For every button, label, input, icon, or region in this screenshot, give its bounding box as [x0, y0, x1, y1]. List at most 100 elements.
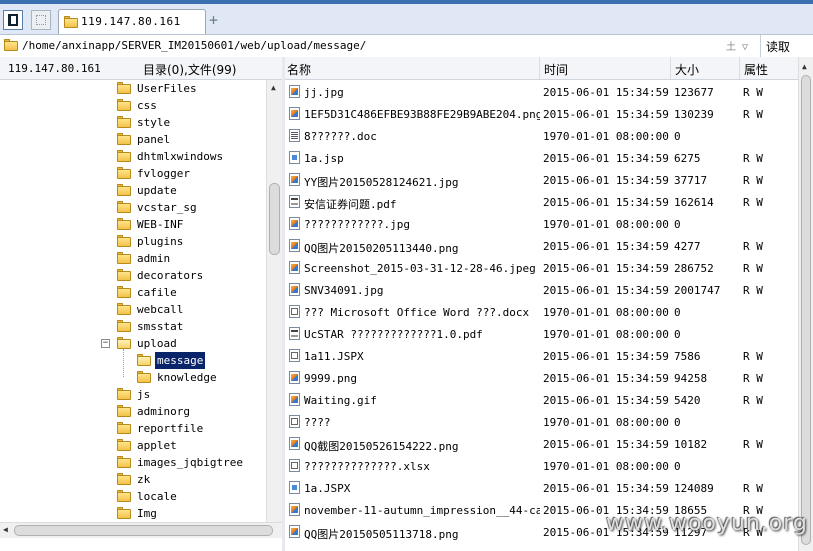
tree-item[interactable]: cafile	[117, 284, 266, 301]
file-time: 2015-06-01 15:34:59	[543, 284, 669, 297]
file-row[interactable]: QQ图片20150205113440.png 2015-06-01 15:34:5…	[285, 234, 798, 256]
tree-item-label: admin	[137, 252, 171, 265]
tree-item[interactable]: reportfile	[117, 420, 266, 437]
file-row[interactable]: ????????????.jpg 1970-01-01 08:00:00 0	[285, 212, 798, 234]
tree-vertical-scrollbar[interactable]: ▲	[266, 80, 282, 522]
column-header-size[interactable]: 大小	[675, 61, 699, 78]
panel-toggle-icon[interactable]	[3, 10, 23, 30]
file-time: 2015-06-01 15:34:59	[543, 262, 669, 275]
file-row[interactable]: SNV34091.jpg 2015-06-01 15:34:59 2001747 R …	[285, 278, 798, 300]
column-header-time[interactable]: 时间	[544, 61, 568, 78]
file-row[interactable]: Screenshot_2015-03-31-12-28-46.jpeg 2015-…	[285, 256, 798, 278]
secondary-panel-icon[interactable]	[31, 10, 51, 30]
tree-item[interactable]: webcall	[117, 301, 266, 318]
folder-open-icon	[137, 354, 151, 366]
file-size: 286752	[674, 262, 714, 275]
tree-item[interactable]: admin	[117, 250, 266, 267]
tree-item-label: reportfile	[137, 422, 204, 435]
file-name: 1a.JSPX	[304, 482, 351, 495]
scroll-left-arrow-icon[interactable]: ◀	[3, 525, 8, 534]
file-size: 37717	[674, 174, 708, 187]
tree-item[interactable]: decorators	[117, 267, 266, 284]
tree-item[interactable]: message	[137, 352, 266, 369]
file-list-vertical-scrollbar[interactable]: ▲	[798, 57, 813, 551]
tab-label: 119.147.80.161	[81, 15, 181, 28]
tree-item[interactable]: locale	[117, 488, 266, 505]
file-row[interactable]: 8??????.doc 1970-01-01 08:00:00 0	[285, 124, 798, 146]
tree-item[interactable]: zk	[117, 471, 266, 488]
folder-icon	[117, 82, 131, 94]
scroll-thumb[interactable]	[269, 183, 280, 255]
file-size: 10182	[674, 438, 708, 451]
column-divider[interactable]	[670, 57, 671, 79]
file-attributes: R W	[743, 86, 763, 99]
host-label: 119.147.80.161	[8, 62, 101, 75]
column-divider[interactable]	[739, 57, 740, 79]
file-name: 1EF5D31C486EFBE93B88FE29B9ABE204.png	[304, 108, 540, 121]
file-time: 2015-06-01 15:34:59	[543, 240, 669, 253]
tree-item-label: fvlogger	[137, 167, 190, 180]
file-img-icon	[289, 437, 300, 450]
tree-item[interactable]: WEB-INF	[117, 216, 266, 233]
tree-item[interactable]: adminorg	[117, 403, 266, 420]
tree-item[interactable]: panel	[117, 131, 266, 148]
file-attributes: R W	[743, 152, 763, 165]
file-row[interactable]: ??????????????.xlsx 1970-01-01 08:00:00 0	[285, 454, 798, 476]
file-img-icon	[289, 239, 300, 252]
tree-item[interactable]: knowledge	[137, 369, 266, 386]
file-row[interactable]: 1a.JSPX 2015-06-01 15:34:59 124089 R W	[285, 476, 798, 498]
tree-item[interactable]: applet	[117, 437, 266, 454]
file-row[interactable]: 9999.png 2015-06-01 15:34:59 94258 R W	[285, 366, 798, 388]
tree-item[interactable]: plugins	[117, 233, 266, 250]
file-img-icon	[289, 173, 300, 186]
file-size: 2001747	[674, 284, 721, 297]
file-row[interactable]: 1EF5D31C486EFBE93B88FE29B9ABE204.png 2015…	[285, 102, 798, 124]
tree-item[interactable]: UserFiles	[117, 80, 266, 97]
tree-item[interactable]: css	[117, 97, 266, 114]
file-row[interactable]: Waiting.gif 2015-06-01 15:34:59 5420 R W	[285, 388, 798, 410]
file-row[interactable]: UcSTAR ?????????????1.0.pdf 1970-01-01 08…	[285, 322, 798, 344]
new-tab-plus-icon[interactable]: +	[209, 13, 218, 28]
collapse-toggle-icon[interactable]: −	[101, 339, 110, 348]
file-row[interactable]: 1a.jsp 2015-06-01 15:34:59 6275 R W	[285, 146, 798, 168]
column-header-attr[interactable]: 属性	[744, 61, 768, 78]
file-size: 124089	[674, 482, 714, 495]
read-button[interactable]: 读取	[766, 38, 790, 55]
tree-horizontal-scrollbar[interactable]: ◀	[0, 522, 282, 538]
tree-item-label: UserFiles	[137, 82, 197, 95]
file-row[interactable]: YY图片20150528124621.jpg 2015-06-01 15:34:5…	[285, 168, 798, 190]
file-row[interactable]: QQ截图20150526154222.png 2015-06-01 15:34:5…	[285, 432, 798, 454]
path-input[interactable]	[22, 37, 722, 54]
tree-item[interactable]: update	[117, 182, 266, 199]
tree-item[interactable]: upload	[117, 335, 266, 352]
tree-item[interactable]: js	[117, 386, 266, 403]
scroll-thumb[interactable]	[801, 75, 811, 545]
column-header-name[interactable]: 名称	[287, 61, 311, 78]
tree-item[interactable]: Img	[117, 505, 266, 522]
file-name: YY图片20150528124621.jpg	[304, 176, 459, 189]
tree-item[interactable]: smsstat	[117, 318, 266, 335]
tab-host[interactable]: 119.147.80.161	[58, 9, 206, 34]
file-row[interactable]: ???? 1970-01-01 08:00:00 0	[285, 410, 798, 432]
tree-item[interactable]: vcstar_sg	[117, 199, 266, 216]
folder-icon	[117, 405, 131, 417]
tree-item[interactable]: style	[117, 114, 266, 131]
file-bin-icon	[289, 305, 300, 318]
scroll-up-arrow-icon[interactable]: ▲	[271, 83, 276, 92]
file-time: 2015-06-01 15:34:59	[543, 438, 669, 451]
file-list-header: 名称 时间 大小 属性	[285, 57, 813, 80]
scroll-up-arrow-icon[interactable]: ▲	[802, 62, 807, 71]
tree-item[interactable]: fvlogger	[117, 165, 266, 182]
file-row[interactable]: jj.jpg 2015-06-01 15:34:59 123677 R W	[285, 80, 798, 102]
tree-item-label: locale	[137, 490, 177, 503]
file-pdf-icon	[289, 327, 300, 340]
column-divider[interactable]	[539, 57, 540, 79]
tree-item[interactable]: images_jqbigtree	[117, 454, 266, 471]
file-row[interactable]: 安信证券问题.pdf 2015-06-01 15:34:59 162614 R W	[285, 190, 798, 212]
file-time: 1970-01-01 08:00:00	[543, 218, 669, 231]
file-row[interactable]: 1a11.JSPX 2015-06-01 15:34:59 7586 R W	[285, 344, 798, 366]
tree-item[interactable]: dhtmlxwindows	[117, 148, 266, 165]
file-row[interactable]: ??? Microsoft Office Word ???.docx 1970-0…	[285, 300, 798, 322]
path-dropdown-icon[interactable]: 土 ▽	[726, 38, 748, 53]
scroll-thumb[interactable]	[14, 525, 273, 536]
